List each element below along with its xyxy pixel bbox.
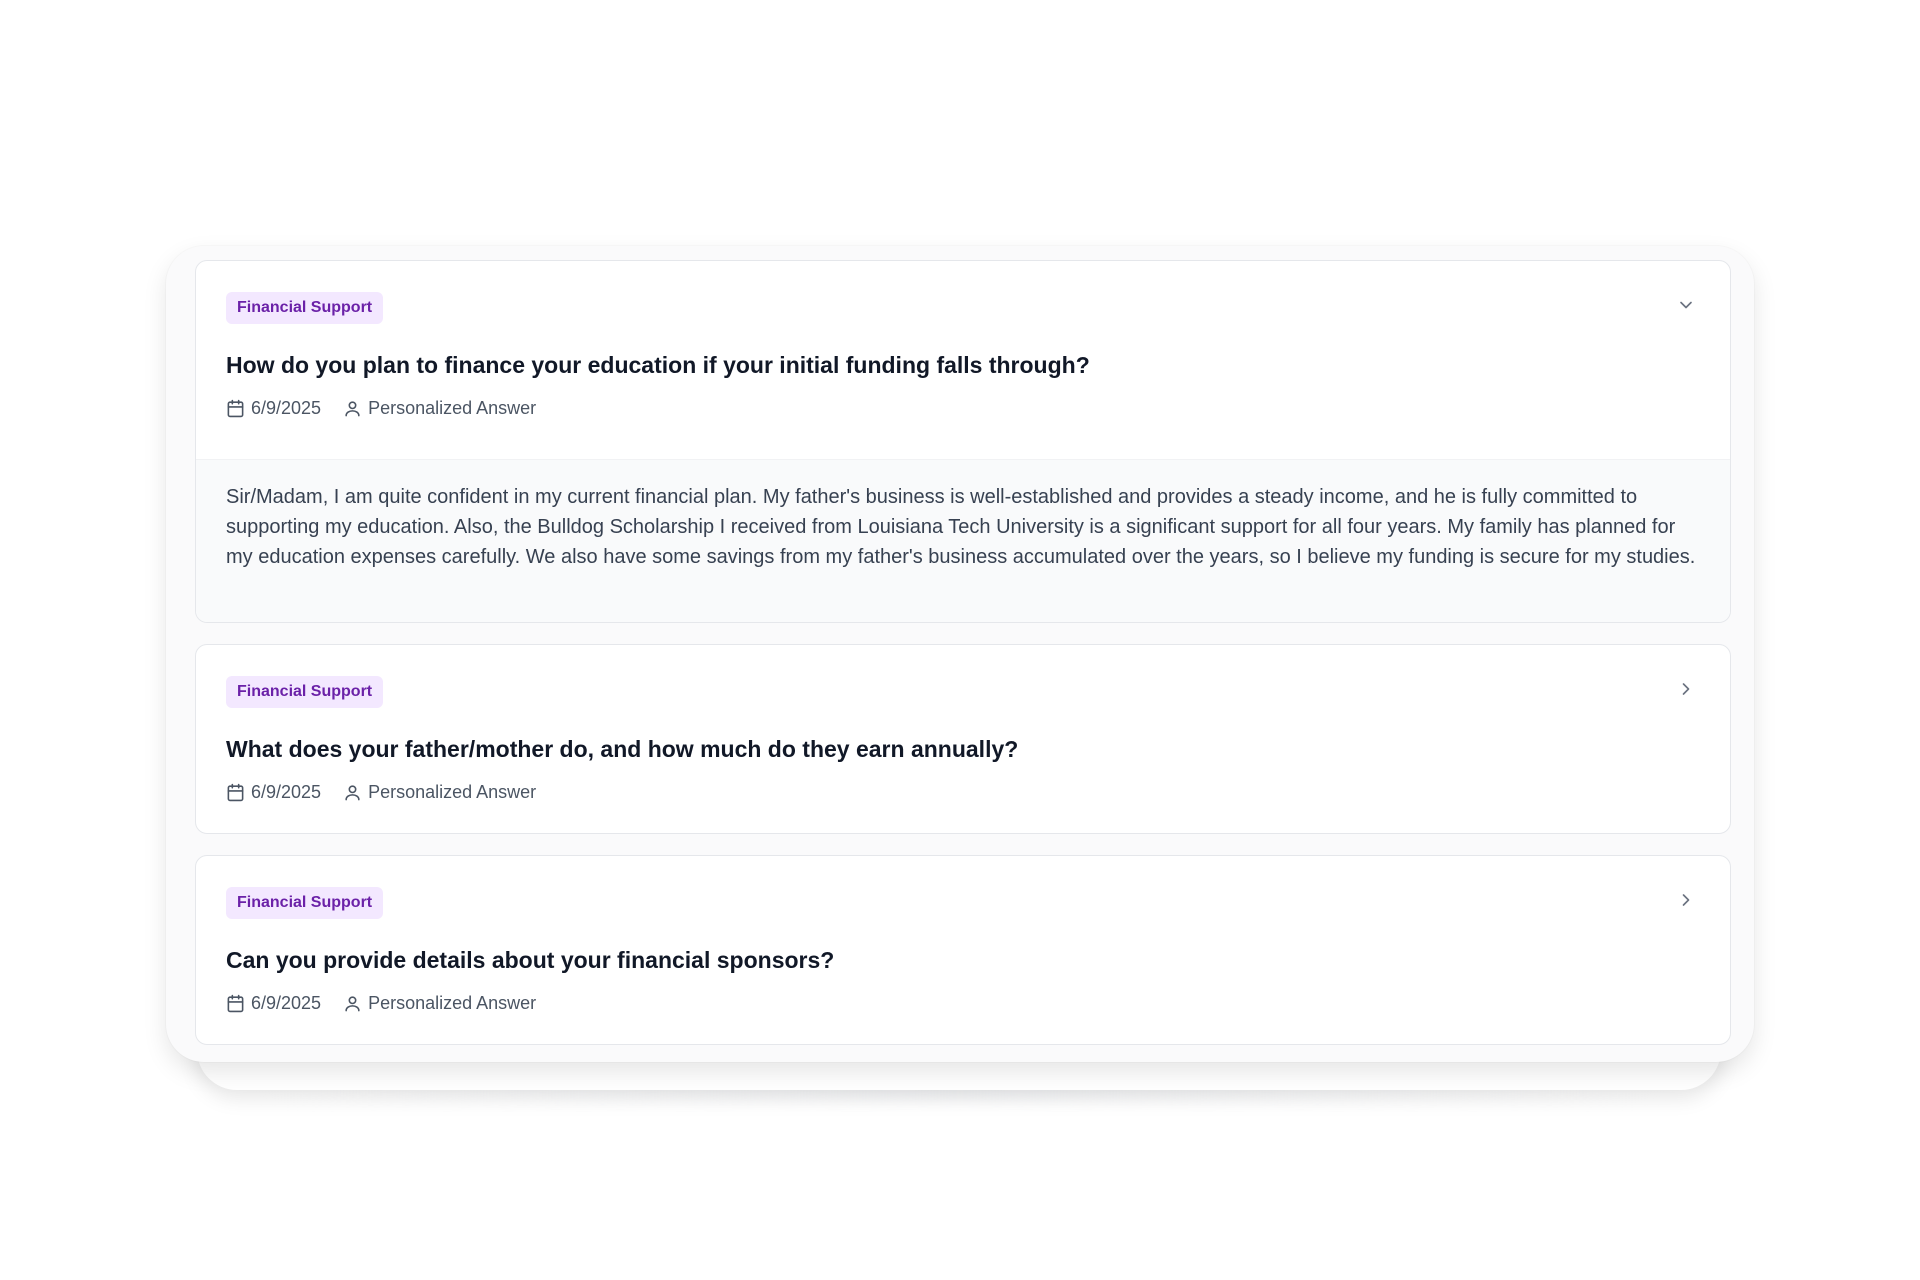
faq-card-2-header[interactable]: Financial Support What does your father/…	[196, 645, 1730, 804]
meta-row: 6/9/2025 Personalized Answer	[226, 396, 1700, 420]
user-icon	[345, 995, 360, 1011]
category-badge: Financial Support	[226, 676, 384, 708]
question-title: Can you provide details about your finan…	[226, 947, 835, 973]
faq-card-2[interactable]: Financial Support What does your father/…	[195, 644, 1731, 834]
chevron-down-icon[interactable]	[1676, 295, 1696, 315]
answer-type: Personalized Answer	[368, 993, 537, 1013]
meta-row: 6/9/2025 Personalized Answer	[226, 991, 1700, 1015]
chevron-right-icon[interactable]	[1676, 890, 1696, 910]
calendar-icon	[227, 783, 244, 801]
user-icon	[345, 400, 360, 416]
page: Financial Support How do you plan to fin…	[0, 0, 1920, 1280]
question-date: 6/9/2025	[251, 782, 322, 802]
answer-text: Sir/Madam, I am quite confident in my cu…	[226, 486, 1696, 568]
answer-panel: Sir/Madam, I am quite confident in my cu…	[196, 459, 1730, 622]
faq-card-1: Financial Support How do you plan to fin…	[195, 260, 1731, 623]
faq-card-3-header[interactable]: Financial Support Can you provide detail…	[196, 856, 1730, 1015]
faq-card-1-header[interactable]: Financial Support How do you plan to fin…	[196, 261, 1730, 420]
answer-type: Personalized Answer	[368, 398, 537, 418]
category-badge: Financial Support	[226, 292, 384, 324]
calendar-icon	[227, 994, 244, 1012]
category-badge: Financial Support	[226, 887, 384, 919]
question-date: 6/9/2025	[251, 398, 322, 418]
question-title: What does your father/mother do, and how…	[226, 736, 1019, 762]
faq-card-3[interactable]: Financial Support Can you provide detail…	[195, 855, 1731, 1045]
question-date: 6/9/2025	[251, 993, 322, 1013]
user-icon	[345, 784, 360, 800]
chevron-right-icon[interactable]	[1676, 679, 1696, 699]
calendar-icon	[227, 399, 244, 417]
answer-type: Personalized Answer	[368, 782, 537, 802]
meta-row: 6/9/2025 Personalized Answer	[226, 780, 1700, 804]
question-title: How do you plan to finance your educatio…	[226, 352, 1090, 378]
